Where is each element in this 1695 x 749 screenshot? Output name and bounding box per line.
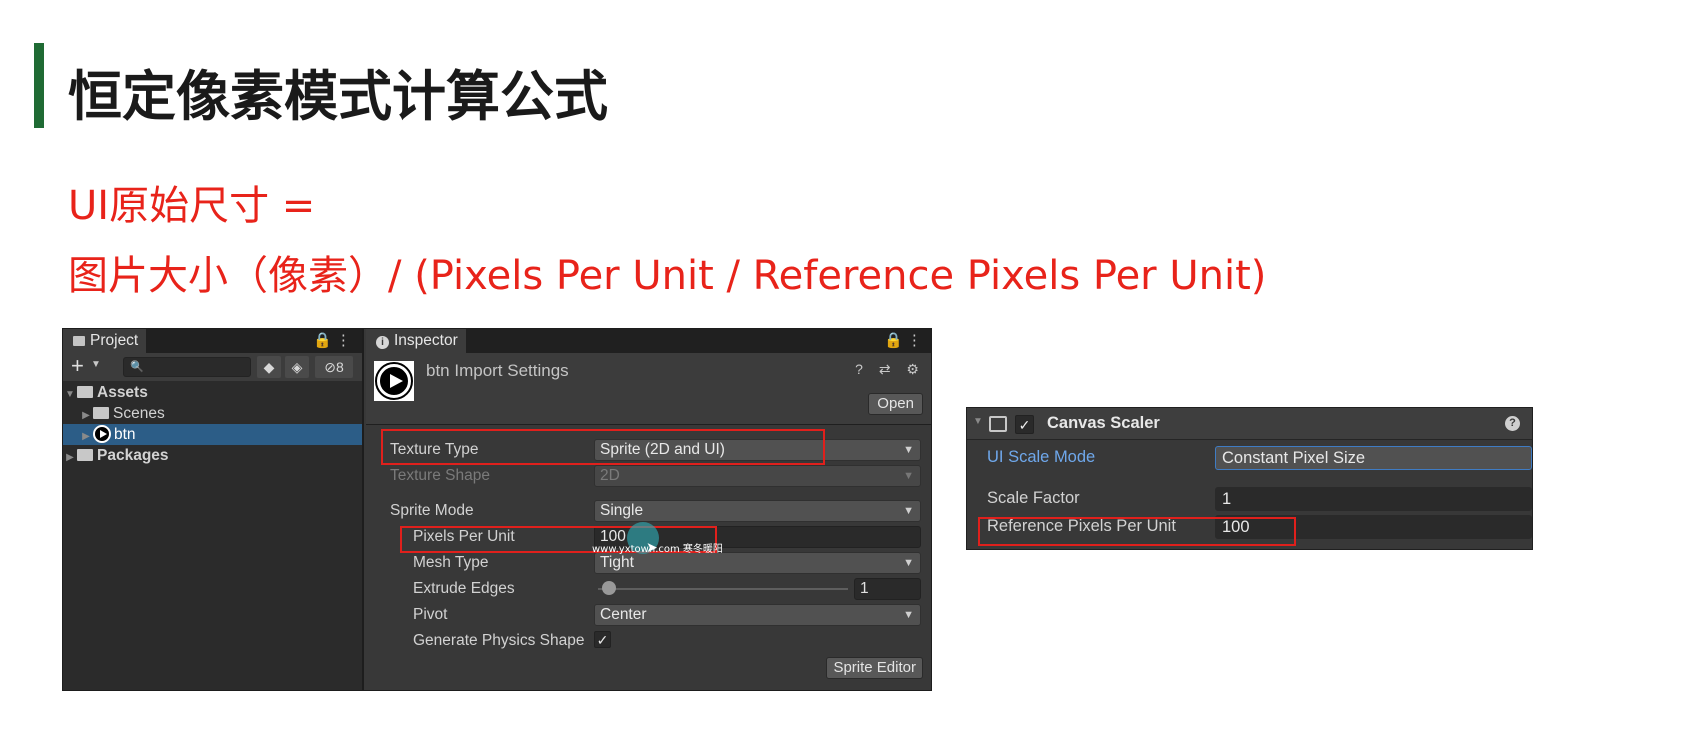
canvas-scaler-enabled-checkbox[interactable]: ✓ <box>1015 415 1034 434</box>
mesh-type-dropdown[interactable]: Tight ▼ <box>594 552 921 574</box>
add-icon[interactable]: + <box>71 353 84 379</box>
tree-item-packages[interactable]: ▶ Packages <box>63 445 362 466</box>
folder-icon <box>77 449 93 461</box>
play-button-sprite-icon <box>93 425 111 443</box>
project-tab-menu-icons[interactable]: 🔒 ⋮ <box>313 331 351 349</box>
dropdown-arrow-icon: ▼ <box>903 505 914 517</box>
slider-knob[interactable] <box>602 581 616 595</box>
mesh-type-label: Mesh Type <box>413 554 489 571</box>
pivot-value: Center <box>600 606 647 623</box>
open-button[interactable]: Open <box>868 393 923 415</box>
row-scale-factor: Scale Factor 1 <box>967 485 1532 513</box>
canvas-scaler-icon <box>989 416 1007 432</box>
tree-item-btn[interactable]: ▶ btn <box>63 424 362 445</box>
tree-item-scenes[interactable]: ▶ Scenes <box>63 403 362 424</box>
hidden-count: 8 <box>335 359 344 375</box>
project-panel: Project 🔒 ⋮ + ▼ 🔍 ◆ ◈ ⊘8 ▼ Assets ▶ Scenes… <box>63 329 364 690</box>
canvas-scaler-header: ▼ ✓ Canvas Scaler ? <box>967 408 1532 440</box>
scale-factor-label: Scale Factor <box>987 489 1080 507</box>
project-toolbar: + ▼ 🔍 ◆ ◈ ⊘8 <box>63 353 362 381</box>
physics-shape-checkbox[interactable]: ✓ <box>594 631 611 648</box>
tree-item-label: btn <box>114 426 136 443</box>
filter-by-label-icon[interactable]: ◈ <box>285 356 309 378</box>
expand-arrow-icon[interactable]: ▼ <box>63 384 77 405</box>
mesh-type-value: Tight <box>600 554 634 571</box>
row-ui-scale-mode: UI Scale Mode Constant Pixel Size <box>967 444 1532 472</box>
row-physics-shape: Generate Physics Shape ✓ <box>366 629 931 653</box>
texture-type-value: Sprite (2D and UI) <box>600 441 725 458</box>
dropdown-arrow-icon: ▼ <box>903 609 914 621</box>
tree-item-label: Assets <box>97 384 148 401</box>
asset-preview-icon <box>374 361 414 401</box>
dropdown-arrow-icon: ▼ <box>903 444 914 456</box>
tab-inspector-label: Inspector <box>394 332 458 349</box>
row-pivot: Pivot Center ▼ <box>366 603 931 627</box>
fold-arrow-icon[interactable]: ▼ <box>973 416 983 427</box>
reference-ppu-label: Reference Pixels Per Unit <box>987 517 1176 535</box>
formula-line-2: 图片大小（像素）/ (Pixels Per Unit / Reference P… <box>68 253 1267 299</box>
pivot-dropdown[interactable]: Center ▼ <box>594 604 921 626</box>
page-title: 恒定像素模式计算公式 <box>68 65 608 128</box>
row-reference-ppu: Reference Pixels Per Unit 100 <box>967 513 1532 541</box>
project-tabstrip: Project 🔒 ⋮ <box>63 329 362 353</box>
texture-type-dropdown[interactable]: Sprite (2D and UI) ▼ <box>594 439 921 461</box>
info-icon: i <box>376 336 389 349</box>
tab-project-label: Project <box>90 332 139 349</box>
tree-item-label: Packages <box>97 447 169 464</box>
folder-icon <box>93 407 109 419</box>
eye-slash-icon: ⊘ <box>324 359 336 375</box>
title-accent-bar <box>34 43 44 128</box>
canvas-scaler-panel: ▼ ✓ Canvas Scaler ? UI Scale Mode Consta… <box>966 407 1533 550</box>
unity-editor-screenshot: Project 🔒 ⋮ + ▼ 🔍 ◆ ◈ ⊘8 ▼ Assets ▶ Scenes… <box>62 328 932 691</box>
tab-project[interactable]: Project <box>63 329 147 353</box>
row-extrude-edges: Extrude Edges 1 <box>366 577 931 601</box>
inspector-header: btn Import Settings ? ⇄ ⚙ Open <box>366 353 931 425</box>
texture-shape-label: Texture Shape <box>390 467 490 484</box>
inspector-tab-menu-icons[interactable]: 🔒 ⋮ <box>884 331 922 349</box>
sprite-mode-label: Sprite Mode <box>390 502 474 519</box>
help-preset-settings-icons[interactable]: ? ⇄ ⚙ <box>855 361 925 378</box>
project-search-input[interactable]: 🔍 <box>123 357 251 377</box>
folder-open-icon <box>77 386 93 398</box>
chevron-down-icon[interactable]: ▼ <box>91 359 101 370</box>
sprite-mode-value: Single <box>600 502 644 519</box>
formula-line-1: UI原始尺寸 = <box>68 183 316 229</box>
asset-title: btn Import Settings <box>426 361 569 380</box>
extrude-edges-slider[interactable] <box>598 588 848 590</box>
row-sprite-mode: Sprite Mode Single ▼ <box>366 499 931 523</box>
row-texture-shape: Texture Shape 2D ▼ <box>366 464 931 488</box>
extrude-edges-label: Extrude Edges <box>413 580 515 597</box>
tree-item-assets[interactable]: ▼ Assets <box>63 382 362 403</box>
folder-icon <box>73 336 85 346</box>
dropdown-arrow-icon: ▼ <box>903 470 914 482</box>
watermark: www.yxtown.com 寒冬暖阳 <box>592 544 723 555</box>
dropdown-arrow-icon: ▼ <box>903 557 914 569</box>
expand-arrow-icon[interactable]: ▶ <box>79 426 93 447</box>
expand-arrow-icon[interactable]: ▶ <box>63 447 77 468</box>
extrude-edges-input[interactable]: 1 <box>854 578 921 600</box>
canvas-scaler-title: Canvas Scaler <box>1047 414 1160 432</box>
inspector-panel: i Inspector 🔒 ⋮ btn Import Settings ? ⇄ ⚙… <box>366 329 931 690</box>
help-icon[interactable]: ? <box>1505 416 1520 431</box>
physics-shape-label: Generate Physics Shape <box>413 632 585 649</box>
reference-ppu-input[interactable]: 100 <box>1215 515 1532 539</box>
tab-inspector[interactable]: i Inspector <box>366 329 466 353</box>
filter-by-type-icon[interactable]: ◆ <box>257 356 281 378</box>
expand-arrow-icon[interactable]: ▶ <box>79 405 93 426</box>
tree-item-label: Scenes <box>113 405 165 422</box>
texture-shape-value: 2D <box>600 467 620 484</box>
texture-type-label: Texture Type <box>390 441 479 458</box>
pixels-per-unit-label: Pixels Per Unit <box>413 528 515 545</box>
scale-factor-input[interactable]: 1 <box>1215 487 1532 511</box>
inspector-tabstrip: i Inspector 🔒 ⋮ <box>366 329 931 353</box>
row-texture-type: Texture Type Sprite (2D and UI) ▼ <box>366 438 931 462</box>
sprite-mode-dropdown[interactable]: Single ▼ <box>594 500 921 522</box>
pivot-label: Pivot <box>413 606 448 623</box>
texture-shape-dropdown: 2D ▼ <box>594 465 921 487</box>
ui-scale-mode-dropdown[interactable]: Constant Pixel Size <box>1215 446 1532 470</box>
sprite-editor-button[interactable]: Sprite Editor <box>826 657 923 679</box>
ui-scale-mode-label: UI Scale Mode <box>987 448 1096 466</box>
hidden-packages-toggle[interactable]: ⊘8 <box>315 356 353 378</box>
